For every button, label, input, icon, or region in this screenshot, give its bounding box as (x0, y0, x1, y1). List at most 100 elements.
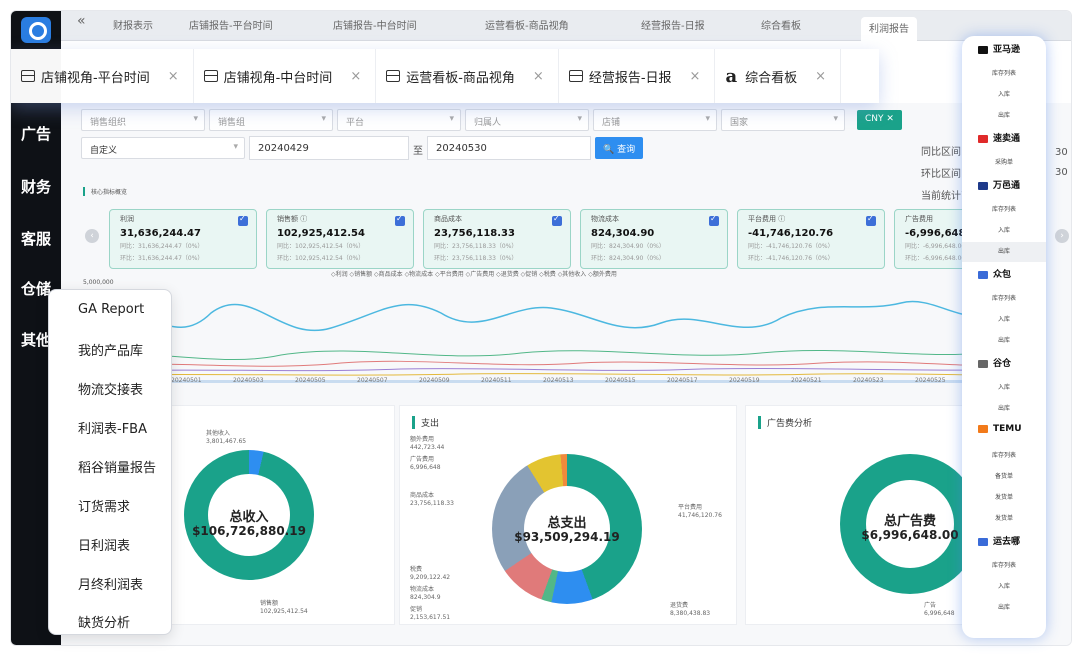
org-select[interactable]: 销售组织 (81, 109, 205, 131)
platform-menu-item[interactable]: 库存列表 (962, 446, 1046, 466)
query-label: 查询 (617, 145, 636, 155)
platform-select[interactable]: 平台 (337, 109, 461, 131)
platform-header[interactable]: 亚马逊 (978, 42, 1020, 55)
close-icon[interactable]: × (168, 69, 179, 84)
kpi-card-logistics[interactable]: 物流成本 824,304.90 同比：824,304.90（0%） 环比：824,30… (580, 209, 728, 269)
tab-ops-board[interactable]: 运营看板-商品视角 × (376, 49, 559, 103)
kpi-card-goods-cost[interactable]: 商品成本 23,756,118.33 同比：23,756,118.33（0%） 环比：… (423, 209, 571, 269)
close-icon[interactable]: × (815, 69, 826, 84)
platform-header[interactable]: TEMU (978, 424, 1022, 434)
income-ann-other: 其他收入 3,801,467.65 (206, 430, 247, 445)
group-select[interactable]: 销售组 (209, 109, 333, 131)
platform-menu-item[interactable]: 备货单 (962, 467, 1046, 487)
tab-bg[interactable]: 店铺报告-平台时间 (189, 17, 273, 37)
expense-ann: 促销 2,153,617.51 (410, 606, 451, 621)
platform-menu-item[interactable]: 入库 (962, 378, 1046, 398)
kpi-card-profit[interactable]: 利润 31,636,244.47 同比：31,636,244.47（0%） 环比：31… (109, 209, 257, 269)
expense-ann: 退货费 8,380,438.83 (670, 602, 711, 617)
ads-title: 广告费分析 (758, 416, 812, 429)
kpi-value: 31,636,244.47 (120, 228, 201, 239)
kpi-title: 商品成本 (434, 215, 462, 223)
next-arrow-icon[interactable]: › (1055, 229, 1069, 243)
query-button[interactable]: 🔍 查询 (595, 137, 644, 159)
close-icon[interactable]: × (533, 69, 544, 84)
platform-header[interactable]: 众包 (978, 267, 1011, 280)
platform-header[interactable]: 谷仓 (978, 356, 1011, 369)
checkbox[interactable] (395, 214, 405, 226)
checkbox[interactable] (709, 214, 719, 226)
kpi-card-platform-fee[interactable]: 平台费用 ⓘ -41,746,120.76 同比：-41,746,120.76（0%… (737, 209, 885, 269)
kpi-card-sales[interactable]: 销售额 ⓘ 102,925,412.54 同比：102,925,412.54（0%）… (266, 209, 414, 269)
platform-menu-item[interactable]: 库存列表 (962, 200, 1046, 220)
menu-item-profit-fba[interactable]: 利润表-FBA (78, 418, 147, 437)
platform-logo-icon (978, 424, 988, 433)
tab-bg[interactable]: 财报表示 (113, 17, 153, 37)
platform-menu-item[interactable]: 入库 (962, 310, 1046, 330)
platform-menu-item[interactable]: 入库 (962, 85, 1046, 105)
nav-ads[interactable]: 广告 (11, 123, 61, 144)
platform-menu-item[interactable]: 采购单 (962, 153, 1046, 173)
close-icon[interactable]: × (350, 69, 361, 84)
menu-item-sales-report[interactable]: 稻谷销量报告 (78, 457, 156, 476)
platform-menu-item[interactable]: 发货单 (962, 488, 1046, 508)
shop-select[interactable]: 店铺 (593, 109, 717, 131)
platform-header[interactable]: 速卖通 (978, 131, 1020, 144)
expense-ann: 物流成本 824,304.9 (410, 586, 441, 601)
platform-menu-item[interactable]: 出库 (962, 598, 1046, 618)
expense-ann: 商品成本 23,756,118.33 (410, 492, 454, 507)
tab-bg[interactable]: 经营报告-日报 (641, 17, 705, 37)
country-select[interactable]: 国家 (721, 109, 845, 131)
date-to-input[interactable]: 20240530 (427, 136, 591, 160)
tab-bg[interactable]: 店铺报告-中台时间 (333, 17, 417, 37)
checkbox[interactable] (238, 214, 248, 226)
menu-item-logistics-handover[interactable]: 物流交接表 (78, 379, 143, 398)
nav-finance[interactable]: 财务 (11, 176, 61, 197)
tab-bar: 店铺视角-平台时间 × 店铺视角-中台时间 × 运营看板-商品视角 × 经营报告-日报… (11, 49, 879, 103)
kpi-mom: 环比：31,636,244.47（0%） (120, 255, 204, 262)
platform-menu-item[interactable]: 入库 (962, 577, 1046, 597)
expense-ann: 税费 9,209,122.42 (410, 566, 451, 581)
platform-header[interactable]: 万邑通 (978, 178, 1020, 191)
tab-bg[interactable]: 运营看板-商品视角 (485, 17, 569, 37)
date-mode-select[interactable]: 自定义 (81, 137, 245, 159)
tab-bg-active[interactable]: 利润报告 (861, 17, 917, 41)
x-tick-label: 20240515 (605, 377, 636, 384)
platform-menu-item[interactable]: 库存列表 (962, 64, 1046, 84)
platform-menu-item[interactable]: 出库 (962, 106, 1046, 126)
platform-menu-item[interactable]: 发货单 (962, 509, 1046, 529)
trend-legend[interactable]: ◇利润 ◇销售额 ◇商品成本 ◇物流成本 ◇平台费用 ◇广告费用 ◇退货费 ◇促… (331, 269, 617, 278)
currency-tag[interactable]: CNY ✕ (857, 110, 902, 130)
tab-bg[interactable]: 综合看板 (761, 17, 801, 37)
menu-item-stockout[interactable]: 缺货分析 (78, 612, 130, 631)
close-icon[interactable]: × (690, 69, 701, 84)
owner-select[interactable]: 归属人 (465, 109, 589, 131)
platform-header[interactable]: 运去哪 (978, 534, 1020, 547)
platform-menu-item[interactable]: 出库 (962, 331, 1046, 351)
platform-menu-item[interactable]: 库存列表 (962, 289, 1046, 309)
platform-menu-item[interactable]: 出库 (962, 399, 1046, 419)
platform-menu-item[interactable]: 入库 (962, 221, 1046, 241)
platform-menu-item[interactable]: 出库 (962, 242, 1046, 262)
menu-item-ga-report[interactable]: GA Report (78, 302, 144, 317)
tab-daily-report[interactable]: 经营报告-日报 × (559, 49, 716, 103)
menu-item-order-demand[interactable]: 订货需求 (78, 496, 130, 515)
tab-overview[interactable]: a 综合看板 × (715, 49, 842, 103)
platform-logo-icon (978, 134, 988, 143)
collapse-icon[interactable]: « (77, 13, 86, 33)
prev-arrow-icon[interactable]: ‹ (85, 229, 99, 243)
platform-menu-item[interactable]: 库存列表 (962, 556, 1046, 576)
checkbox[interactable] (552, 214, 562, 226)
trend-x-axis: 20240501 20240503 20240505 20240507 20240509… (171, 377, 1039, 384)
tab-shop-platform-time[interactable]: 店铺视角-平台时间 × (11, 49, 194, 103)
expense-card: 支出 总支出 $93,509,294.19 额外费用 442,723.44 广告… (399, 405, 737, 625)
platform-name: 速卖通 (993, 134, 1021, 144)
income-center-title: 总收入 (229, 510, 269, 525)
checkbox[interactable] (866, 214, 876, 226)
nav-service[interactable]: 客服 (11, 228, 61, 249)
menu-item-monthly-profit[interactable]: 月终利润表 (78, 574, 143, 593)
tab-shop-midplatform-time[interactable]: 店铺视角-中台时间 × (194, 49, 377, 103)
menu-item-product-library[interactable]: 我的产品库 (78, 340, 143, 359)
date-from-input[interactable]: 20240429 (249, 136, 409, 160)
menu-item-daily-profit[interactable]: 日利润表 (78, 535, 130, 554)
yoy-value: 30 (1055, 147, 1068, 158)
